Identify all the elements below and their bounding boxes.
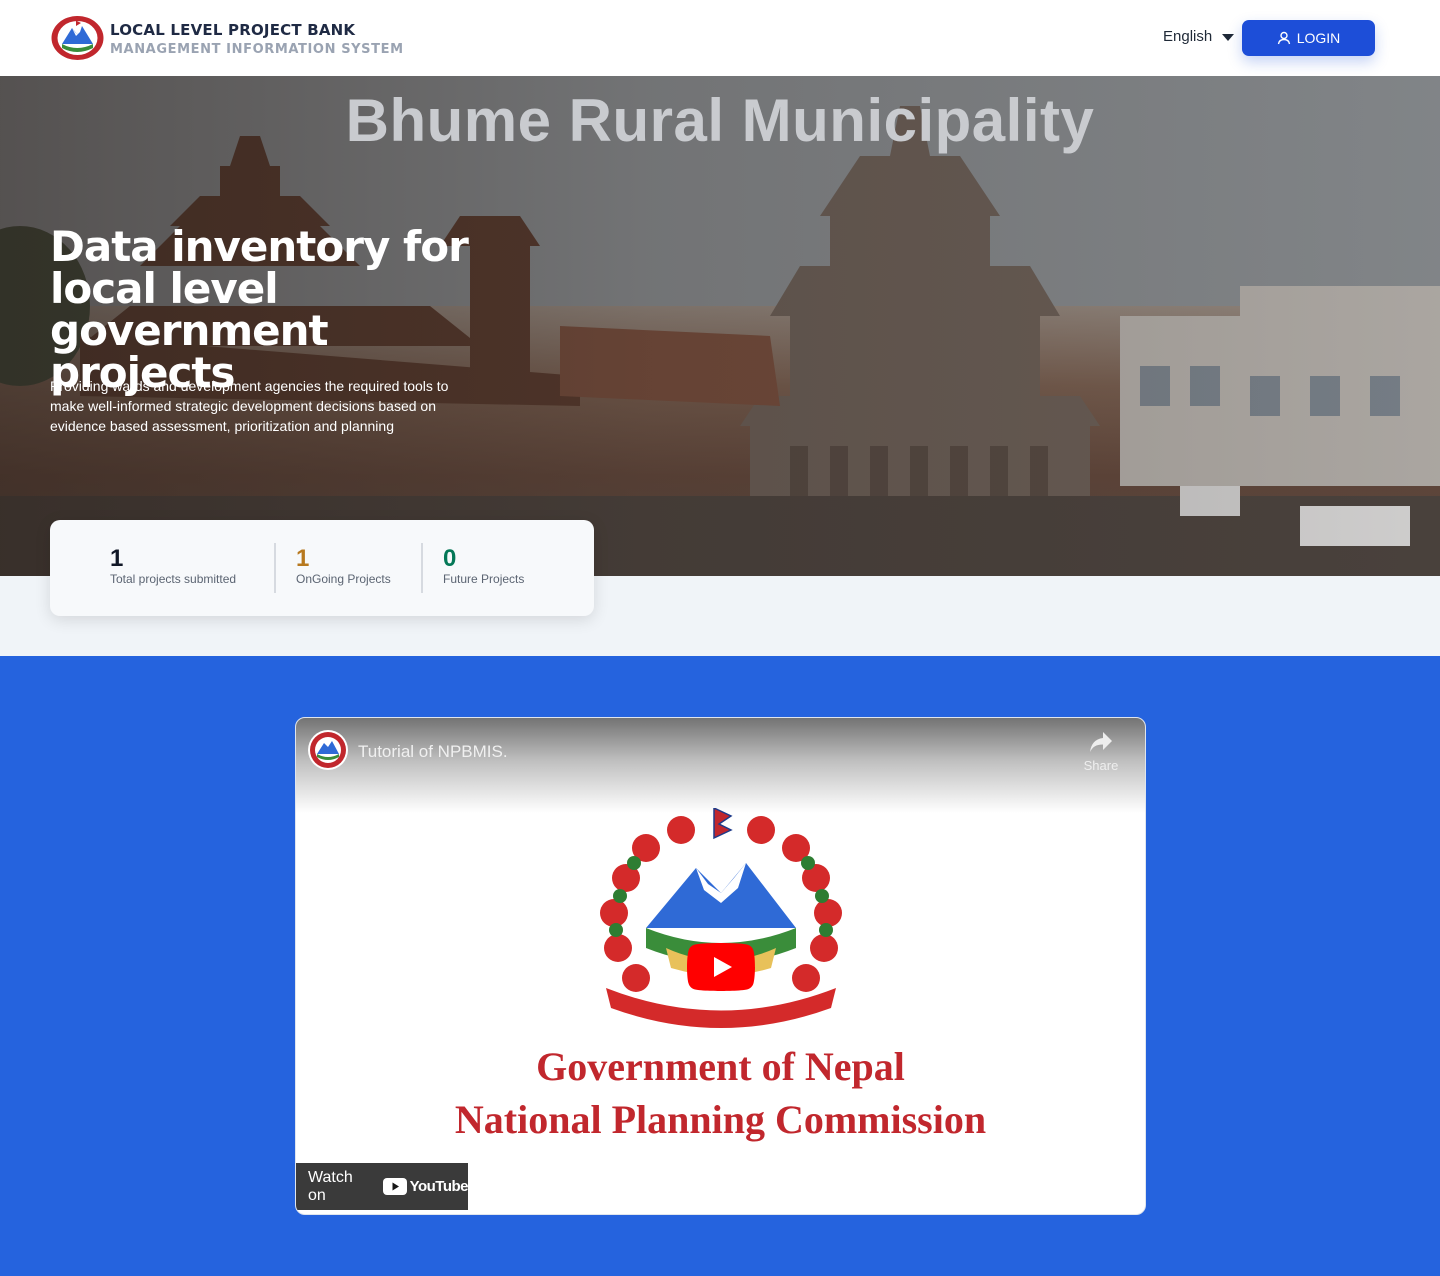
caret-down-icon: [1222, 34, 1235, 41]
brand-subtitle: MANAGEMENT INFORMATION SYSTEM: [110, 42, 404, 57]
share-icon: [1090, 732, 1112, 752]
municipality-title: Bhume Rural Municipality: [345, 87, 1095, 154]
stat-label: OnGoing Projects: [296, 572, 391, 586]
nepal-emblem-icon: [310, 732, 346, 768]
stats-card: 1 Total projects submitted 1 OnGoing Pro…: [50, 520, 594, 616]
channel-avatar[interactable]: [308, 730, 348, 770]
brand-title: LOCAL LEVEL PROJECT BANK: [110, 21, 356, 39]
youtube-wordmark: YouTube: [409, 1178, 469, 1195]
language-selector[interactable]: English: [1163, 28, 1235, 45]
watch-on-label: Watch on: [308, 1168, 353, 1204]
stat-divider: [274, 543, 276, 593]
youtube-icon: [382, 1178, 407, 1195]
video-title[interactable]: Tutorial of NPBMIS.: [358, 742, 508, 762]
stat-label: Future Projects: [443, 572, 525, 586]
youtube-logo: YouTube: [382, 1178, 469, 1195]
header: LOCAL LEVEL PROJECT BANK MANAGEMENT INFO…: [0, 0, 1440, 76]
login-button[interactable]: LOGIN: [1242, 20, 1375, 56]
stat-divider: [421, 543, 423, 593]
hero-banner: Bhume Rural Municipality Data inventory …: [0, 76, 1440, 576]
video-text-line2: National Planning Commission: [454, 1097, 987, 1142]
share-button[interactable]: Share: [1076, 732, 1126, 773]
stat-value: 1: [296, 545, 310, 572]
login-label: LOGIN: [1296, 30, 1341, 46]
hero-heading: Data inventory for local level governmen…: [50, 222, 469, 397]
nepal-emblem-image: [600, 808, 842, 1028]
youtube-embed[interactable]: Government of Nepal National Planning Co…: [295, 717, 1146, 1215]
user-icon: [1277, 31, 1290, 45]
hero-description: Providing wards and development agencies…: [50, 378, 449, 434]
share-label: Share: [1083, 758, 1119, 773]
video-section: Government of Nepal National Planning Co…: [0, 656, 1440, 1276]
stat-ongoing-projects: 1 OnGoing Projects: [296, 544, 391, 586]
stat-label: Total projects submitted: [110, 572, 237, 586]
play-button-icon[interactable]: [687, 943, 755, 991]
video-top-overlay: [296, 718, 1145, 813]
language-label: English: [1163, 28, 1213, 45]
stat-value: 1: [110, 545, 124, 572]
stat-total-projects: 1 Total projects submitted: [110, 544, 236, 586]
watch-on-youtube-button[interactable]: Watch on YouTube: [296, 1163, 469, 1210]
nepal-emblem-logo[interactable]: [50, 14, 105, 62]
stat-value: 0: [443, 545, 457, 572]
video-text-line1: Government of Nepal: [536, 1044, 905, 1089]
stat-future-projects: 0 Future Projects: [443, 544, 524, 586]
